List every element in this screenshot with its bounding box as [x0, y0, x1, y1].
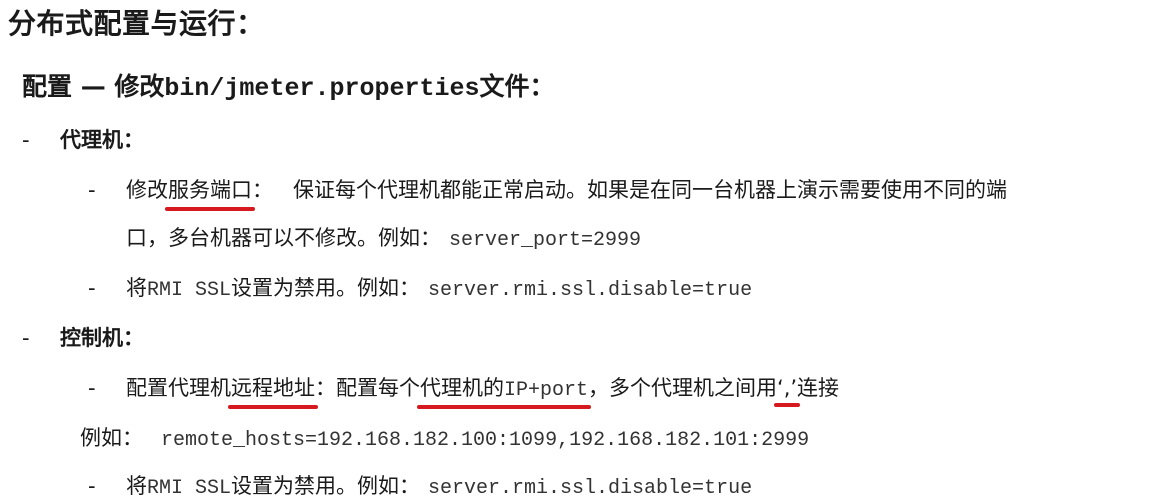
- controller-item-ssl-dash: -: [88, 474, 96, 498]
- config-heading: 配置 — 修改bin/jmeter.properties文件：: [22, 67, 555, 103]
- config-file-name: bin/jmeter.properties: [164, 74, 480, 103]
- controller-dash: -: [22, 326, 30, 350]
- agent-heading: - 代理机：: [22, 124, 144, 154]
- controller-item-remote-dash: -: [88, 376, 96, 400]
- agent-item-ssl-text: 设置为禁用。例如：: [231, 276, 421, 300]
- controller-item-remote-text1: ：配置每个: [315, 376, 420, 400]
- agent-item-port: - 修改服务端口： 保证每个代理机都能正常启动。如果是在同一台机器上演示需要使用不同…: [88, 174, 1007, 211]
- controller-item-remote: - 配置代理机远程地址：配置每个代理机的IP+port，多个代理机之间用‘,’连接: [88, 372, 840, 409]
- agent-ssl-disable-code: server.rmi.ssl.disable=true: [428, 279, 753, 302]
- remote-address-highlight: 远程地址: [228, 372, 318, 409]
- agent-ip-port-highlight: 代理机的IP+port: [416, 372, 592, 409]
- agent-ip-port-label: 代理机的: [420, 376, 504, 400]
- comma-separator-highlight: ‘,’: [774, 376, 801, 407]
- agent-item-ssl-prefix: 将: [126, 276, 147, 300]
- controller-item-ssl-text: 设置为禁用。例如：: [231, 474, 421, 498]
- agent-item-port-dash: -: [88, 178, 96, 202]
- page-title: 分布式配置与运行：: [8, 7, 265, 40]
- config-heading-suffix: 文件：: [479, 72, 555, 101]
- controller-example: 例如： remote_hosts=192.168.182.100:1099,192…: [80, 422, 809, 452]
- controller-item-remote-text3: 连接: [797, 376, 840, 400]
- controller-ssl-disable-code: server.rmi.ssl.disable=true: [428, 477, 753, 500]
- controller-heading: - 控制机：: [22, 322, 144, 352]
- example-label: 例如：: [80, 426, 143, 450]
- agent-rmi-ssl: RMI SSL: [147, 279, 232, 302]
- service-port-highlight: 服务端口: [165, 174, 255, 211]
- controller-rmi-ssl: RMI SSL: [147, 477, 232, 500]
- server-port-code: server_port=2999: [449, 229, 642, 252]
- agent-heading-label: 代理机：: [60, 128, 144, 152]
- agent-item-port-colon: ：: [252, 178, 273, 202]
- controller-item-ssl-prefix: 将: [126, 474, 147, 498]
- controller-item-remote-prefix: 配置代理机: [126, 376, 231, 400]
- agent-item-port-prefix: 修改: [126, 178, 168, 202]
- ip-port-mono: IP+port: [504, 379, 589, 402]
- agent-item-ssl: - 将RMI SSL设置为禁用。例如： server.rmi.ssl.disable…: [88, 272, 752, 302]
- config-heading-prefix: 配置 — 修改: [22, 72, 165, 101]
- controller-heading-label: 控制机：: [60, 326, 144, 350]
- agent-item-port-cont-text: 口，多台机器可以不修改。例如：: [126, 226, 441, 250]
- agent-item-port-continuation: 口，多台机器可以不修改。例如： server_port=2999: [126, 222, 641, 252]
- agent-item-port-text: 保证每个代理机都能正常启动。如果是在同一台机器上演示需要使用不同的端: [293, 178, 1007, 202]
- controller-item-ssl: - 将RMI SSL设置为禁用。例如： server.rmi.ssl.disable…: [88, 470, 752, 500]
- agent-item-ssl-dash: -: [88, 276, 96, 300]
- controller-item-remote-text2: ，多个代理机之间用: [588, 376, 778, 400]
- remote-hosts-code: remote_hosts=192.168.182.100:1099,192.16…: [161, 429, 810, 452]
- agent-dash: -: [22, 128, 30, 152]
